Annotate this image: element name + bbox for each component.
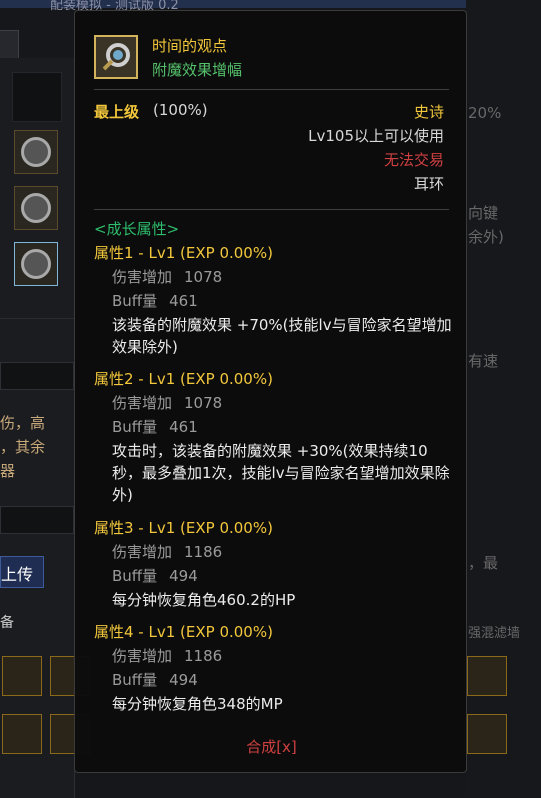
stat-label: 伤害增加 xyxy=(112,394,173,412)
grade-percent: (100%) xyxy=(153,101,208,119)
right-text: ，最 xyxy=(468,554,499,572)
stat-label: Buff量 xyxy=(112,567,158,585)
left-input[interactable] xyxy=(0,362,74,390)
stat-value: 461 xyxy=(169,292,198,310)
stat-value: 1078 xyxy=(184,394,223,412)
attribute-description: 每分钟恢复角色348的MP xyxy=(112,695,283,713)
ring-slot[interactable] xyxy=(14,130,58,174)
stat-value: 494 xyxy=(169,671,198,689)
damage-stat: 伤害增加 1078 xyxy=(112,266,222,287)
synthesize-button[interactable]: 合成[x] xyxy=(75,736,466,757)
stat-value: 1186 xyxy=(184,543,223,561)
attribute-description: 该装备的附魔效果 +70%(技能lv与冒险家名望增加效果除外) xyxy=(112,316,452,356)
upload-button[interactable]: 上传 xyxy=(0,556,44,588)
stat-label: 伤害增加 xyxy=(112,268,173,286)
attribute-description: 攻击时，该装备的附魔效果 +30%(效果持续10秒，最多叠加1次，技能lv与冒险… xyxy=(112,442,450,504)
stat-value: 1078 xyxy=(184,268,223,286)
inventory-item[interactable] xyxy=(2,656,42,696)
trade-status: 无法交易 xyxy=(383,151,444,169)
left-desc-text: ，其余 xyxy=(0,438,46,456)
right-text: 向键 xyxy=(468,204,499,222)
stat-label: Buff量 xyxy=(112,671,158,689)
damage-stat: 伤害增加 1078 xyxy=(112,392,222,413)
right-text: 有速 xyxy=(468,352,499,370)
attribute-title: 属性3 - Lv1 (EXP 0.00%) xyxy=(94,519,273,537)
right-text: 余外) xyxy=(468,228,504,246)
growth-header: <成长属性> xyxy=(94,220,180,238)
inventory-item[interactable] xyxy=(467,656,507,696)
item-name: 时间的观点 xyxy=(152,37,228,55)
inventory-item[interactable] xyxy=(467,714,507,754)
item-tooltip: 时间的观点 附魔效果增幅 最上级 (100%) 史诗 Lv105以上可以使用 无… xyxy=(74,10,467,773)
damage-stat: 伤害增加 1186 xyxy=(112,541,222,562)
rarity-label: 史诗 xyxy=(413,103,444,121)
right-text: 20% xyxy=(468,104,502,122)
equip-tab[interactable]: 备 xyxy=(0,612,14,632)
left-desc-text: 器 xyxy=(0,462,16,480)
grade-label: 最上级 xyxy=(94,103,140,121)
stat-value: 494 xyxy=(169,567,198,585)
buff-stat: Buff量 461 xyxy=(112,416,198,437)
earring-slot[interactable] xyxy=(14,242,58,286)
stat-value: 1186 xyxy=(184,647,223,665)
right-text: 强混滤墙 xyxy=(468,626,521,641)
attribute-title: 属性4 - Lv1 (EXP 0.00%) xyxy=(94,623,273,641)
earring-item-icon xyxy=(94,35,138,79)
stat-label: Buff量 xyxy=(112,418,158,436)
inventory-item[interactable] xyxy=(2,714,42,754)
stat-label: 伤害增加 xyxy=(112,543,173,561)
buff-stat: Buff量 494 xyxy=(112,565,198,586)
item-subtitle: 附魔效果增幅 xyxy=(152,61,243,79)
empty-equip-slot[interactable] xyxy=(12,72,62,122)
slot-type: 耳环 xyxy=(413,175,444,193)
level-requirement: Lv105以上可以使用 xyxy=(308,127,444,145)
attribute-title: 属性2 - Lv1 (EXP 0.00%) xyxy=(94,370,273,388)
buff-stat: Buff量 461 xyxy=(112,290,198,311)
stat-label: 伤害增加 xyxy=(112,647,173,665)
stat-label: Buff量 xyxy=(112,292,158,310)
left-input[interactable] xyxy=(0,506,74,534)
bracelet-slot[interactable] xyxy=(14,186,58,230)
divider xyxy=(94,89,449,90)
left-desc-text: 伤，高 xyxy=(0,414,46,432)
stat-value: 461 xyxy=(169,418,198,436)
attribute-title: 属性1 - Lv1 (EXP 0.00%) xyxy=(94,244,273,262)
attribute-description: 每分钟恢复角色460.2的HP xyxy=(112,591,296,609)
buff-stat: Buff量 494 xyxy=(112,669,198,690)
divider xyxy=(94,209,449,210)
damage-stat: 伤害增加 1186 xyxy=(112,645,222,666)
